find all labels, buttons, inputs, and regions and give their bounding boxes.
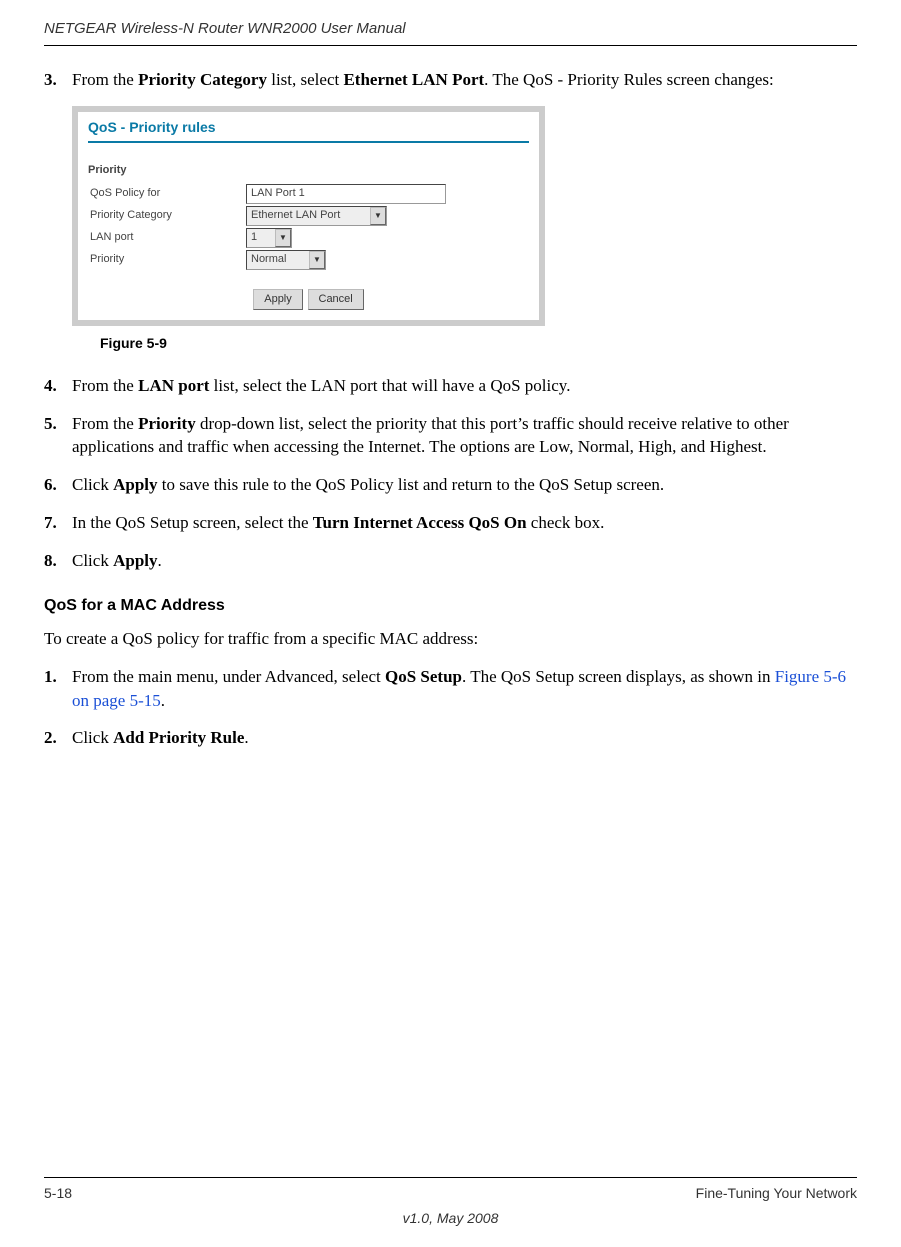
page-number: 5-18: [44, 1184, 72, 1204]
step-body: Click Apply to save this rule to the QoS…: [72, 473, 857, 497]
intro-paragraph: To create a QoS policy for traffic from …: [44, 627, 857, 651]
step-6: 6. Click Apply to save this rule to the …: [44, 473, 857, 497]
bold-text: Apply: [113, 475, 157, 494]
bold-text: QoS Setup: [385, 667, 462, 686]
step-number: 3.: [44, 68, 72, 92]
page-footer: 5-18 Fine-Tuning Your Network v1.0, May …: [44, 1177, 857, 1229]
mac-step-1: 1. From the main menu, under Advanced, s…: [44, 665, 857, 713]
doc-header: NETGEAR Wireless-N Router WNR2000 User M…: [44, 0, 857, 39]
text: . The QoS Setup screen displays, as show…: [462, 667, 775, 686]
step-number: 5.: [44, 412, 72, 460]
section-heading-qos-mac: QoS for a MAC Address: [44, 595, 857, 617]
step-number: 2.: [44, 726, 72, 750]
bold-text: Apply: [113, 551, 157, 570]
doc-title: NETGEAR Wireless-N Router WNR2000 User M…: [44, 20, 406, 37]
chevron-down-icon: ▼: [309, 251, 325, 269]
step-body: In the QoS Setup screen, select the Turn…: [72, 511, 857, 535]
chevron-down-icon: ▼: [370, 207, 386, 225]
text: Click: [72, 728, 113, 747]
step-body: From the LAN port list, select the LAN p…: [72, 374, 857, 398]
panel-divider: [88, 141, 529, 143]
field-label: Priority: [88, 252, 246, 267]
select-value: Ethernet LAN Port: [251, 208, 366, 223]
step-body: From the main menu, under Advanced, sele…: [72, 665, 857, 713]
lan-port-select[interactable]: 1 ▼: [246, 228, 292, 248]
step-body: From the Priority drop-down list, select…: [72, 412, 857, 460]
header-rule: [44, 45, 857, 46]
field-label: LAN port: [88, 230, 246, 245]
step-3: 3. From the Priority Category list, sele…: [44, 68, 857, 92]
step-number: 8.: [44, 549, 72, 573]
step-body: Click Add Priority Rule.: [72, 726, 857, 750]
panel-title: QoS - Priority rules: [88, 118, 529, 138]
step-number: 4.: [44, 374, 72, 398]
bold-text: Priority: [138, 414, 196, 433]
step-5: 5. From the Priority drop-down list, sel…: [44, 412, 857, 460]
panel-subheader: Priority: [88, 163, 529, 178]
text: .: [161, 691, 165, 710]
qos-priority-rules-panel: QoS - Priority rules Priority QoS Policy…: [72, 106, 545, 326]
text: Click: [72, 475, 113, 494]
step-body: From the Priority Category list, select …: [72, 68, 857, 92]
text: check box.: [527, 513, 605, 532]
bold-text: Priority Category: [138, 70, 267, 89]
text: From the main menu, under Advanced, sele…: [72, 667, 385, 686]
select-value: 1: [251, 230, 271, 245]
figure-caption: Figure 5-9: [100, 334, 857, 354]
text: .: [244, 728, 248, 747]
figure-5-9: QoS - Priority rules Priority QoS Policy…: [72, 106, 857, 354]
bold-text: Turn Internet Access QoS On: [313, 513, 527, 532]
step-7: 7. In the QoS Setup screen, select the T…: [44, 511, 857, 535]
step-number: 6.: [44, 473, 72, 497]
mac-step-2: 2. Click Add Priority Rule.: [44, 726, 857, 750]
step-body: Click Apply.: [72, 549, 857, 573]
bold-text: Add Priority Rule: [113, 728, 244, 747]
text: From the: [72, 376, 138, 395]
ordered-steps-a: 3. From the Priority Category list, sele…: [44, 68, 857, 573]
field-label: QoS Policy for: [88, 186, 246, 201]
apply-button[interactable]: Apply: [253, 289, 303, 310]
step-8: 8. Click Apply.: [44, 549, 857, 573]
text: list, select: [267, 70, 343, 89]
field-label: Priority Category: [88, 208, 246, 223]
chevron-down-icon: ▼: [275, 229, 291, 247]
row-priority: Priority Normal ▼: [88, 249, 529, 271]
text: Click: [72, 551, 113, 570]
row-qos-policy-for: QoS Policy for LAN Port 1: [88, 183, 529, 205]
text: .: [158, 551, 162, 570]
panel-button-row: Apply Cancel: [88, 285, 529, 310]
text: list, select the LAN port that will have…: [209, 376, 570, 395]
priority-category-select[interactable]: Ethernet LAN Port ▼: [246, 206, 387, 226]
bold-text: LAN port: [138, 376, 209, 395]
text: . The QoS - Priority Rules screen change…: [484, 70, 774, 89]
step-number: 7.: [44, 511, 72, 535]
text: From the: [72, 70, 138, 89]
bold-text: Ethernet LAN Port: [343, 70, 484, 89]
cancel-button[interactable]: Cancel: [308, 289, 364, 310]
doc-version: v1.0, May 2008: [44, 1209, 857, 1229]
select-value: Normal: [251, 252, 305, 267]
priority-select[interactable]: Normal ▼: [246, 250, 326, 270]
text: to save this rule to the QoS Policy list…: [158, 475, 665, 494]
section-name: Fine-Tuning Your Network: [696, 1184, 857, 1204]
row-lan-port: LAN port 1 ▼: [88, 227, 529, 249]
qos-policy-name-input[interactable]: LAN Port 1: [246, 184, 446, 204]
text: From the: [72, 414, 138, 433]
step-number: 1.: [44, 665, 72, 713]
ordered-steps-b: 1. From the main menu, under Advanced, s…: [44, 665, 857, 750]
footer-rule: [44, 1177, 857, 1178]
text: In the QoS Setup screen, select the: [72, 513, 313, 532]
row-priority-category: Priority Category Ethernet LAN Port ▼: [88, 205, 529, 227]
step-4: 4. From the LAN port list, select the LA…: [44, 374, 857, 398]
